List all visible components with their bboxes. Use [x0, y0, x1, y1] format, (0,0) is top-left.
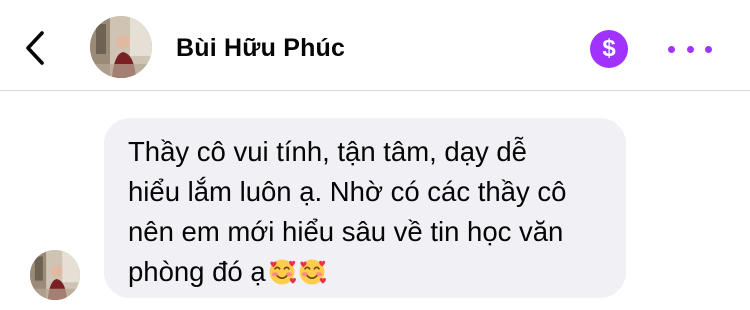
contact-name[interactable]: Bùi Hữu Phúc	[176, 34, 345, 63]
more-dot	[705, 45, 712, 53]
message-line-text: phòng đó ạ	[128, 256, 266, 287]
chevron-left-icon	[26, 31, 44, 65]
message-bubble[interactable]: Thầy cô vui tính, tận tâm, dạy dễ hiểu l…	[104, 118, 626, 298]
message-line: hiểu lắm luôn ạ. Nhờ có các thầy cô	[128, 176, 567, 207]
message-line: nên em mới hiểu sâu về tin học văn	[128, 216, 564, 247]
back-button[interactable]	[18, 28, 52, 68]
payment-button[interactable]: $	[590, 30, 628, 68]
contact-avatar[interactable]	[90, 16, 152, 78]
more-dots-icon	[668, 45, 675, 53]
more-options-button[interactable]	[668, 34, 712, 64]
sender-avatar[interactable]	[30, 250, 80, 300]
dollar-icon: $	[602, 35, 616, 62]
message-line-last: phòng đó ạ	[128, 252, 604, 292]
smiling-face-with-hearts-icon	[299, 259, 326, 285]
smiling-face-with-hearts-icon	[269, 259, 296, 285]
more-dot	[686, 45, 694, 53]
conversation-header: Bùi Hữu Phúc $	[0, 0, 750, 91]
message-line: Thầy cô vui tính, tận tâm, dạy dễ	[128, 136, 527, 167]
